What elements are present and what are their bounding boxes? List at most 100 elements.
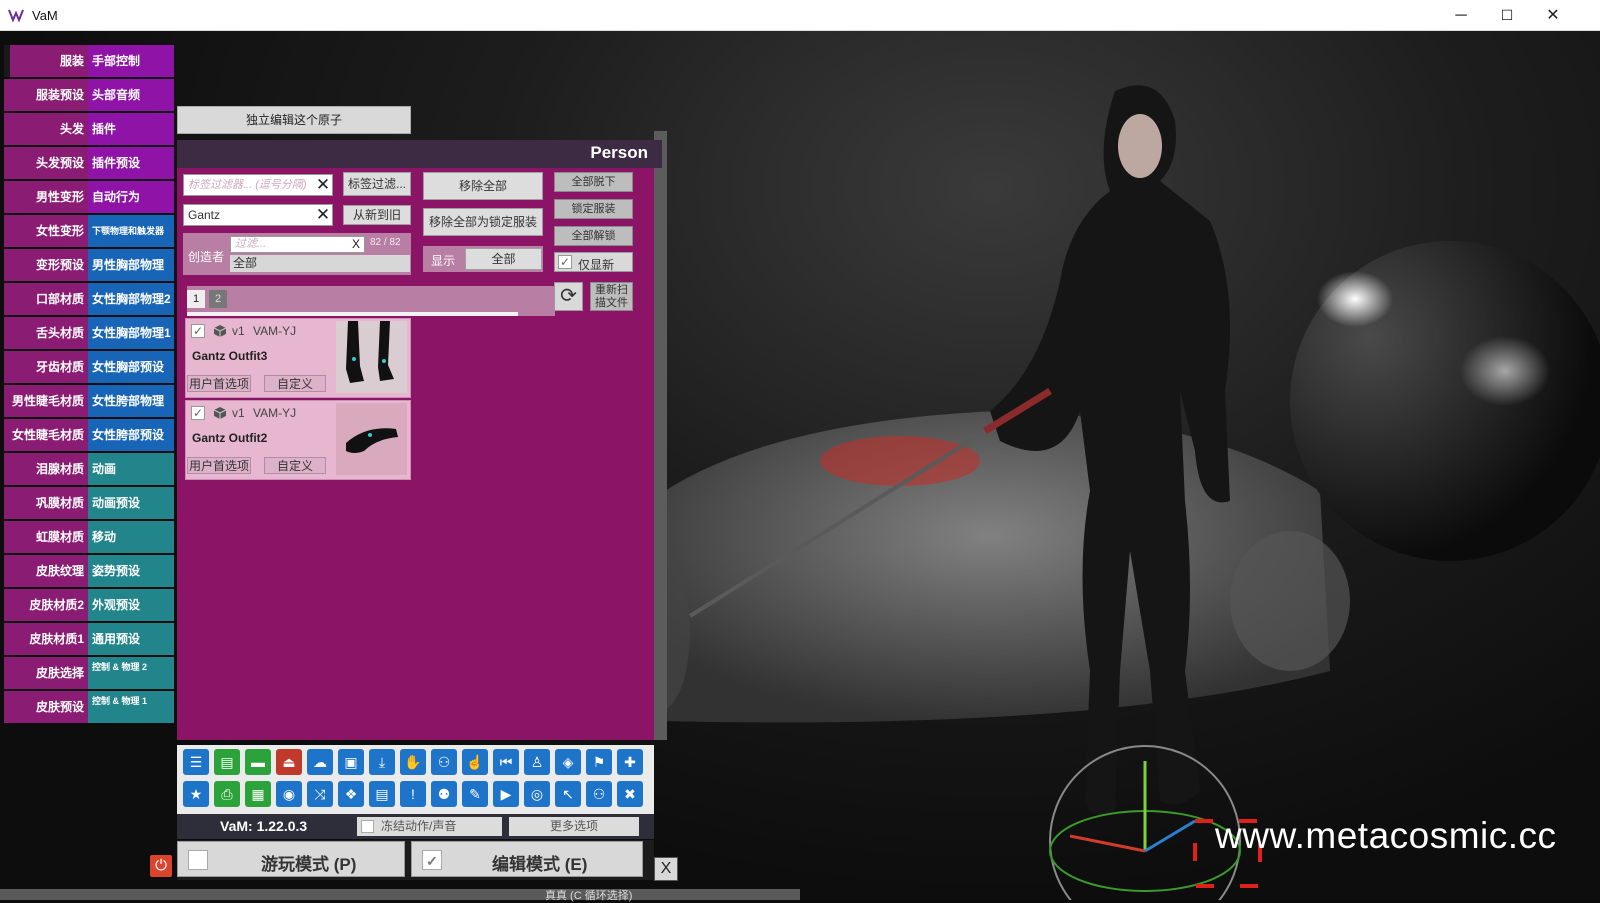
power-icon[interactable]: ⏻ xyxy=(150,855,172,877)
menu-tab-left[interactable]: 女性睫毛材质 xyxy=(4,419,88,451)
print-icon[interactable]: ⎙ xyxy=(214,781,240,807)
menu-tab-left[interactable]: 头发 xyxy=(4,113,88,145)
tag-filter-input[interactable]: 标签过滤器... (逗号分隔) xyxy=(183,174,333,196)
menu-tab-left[interactable]: 男性睫毛材质 xyxy=(4,385,88,417)
close-panel-button[interactable]: X xyxy=(654,857,678,881)
menu-tab-right[interactable]: 女性胯部物理 xyxy=(88,385,174,417)
star-icon[interactable]: ★ xyxy=(183,781,209,807)
menu-tab-left[interactable]: 皮肤材质2 xyxy=(4,589,88,621)
user-preferences-button[interactable]: 用户首选项 xyxy=(187,457,251,474)
menu-tab-left[interactable]: 女性变形 xyxy=(4,215,88,247)
customize-button[interactable]: 自定义 xyxy=(264,457,326,474)
menu-tab-left[interactable]: 口部材质 xyxy=(4,283,88,315)
clear-search-icon[interactable]: ✕ xyxy=(313,205,333,225)
person-remove-icon[interactable]: ⚉ xyxy=(431,781,457,807)
tag-filter-button[interactable]: 标签过滤... xyxy=(343,172,411,196)
camera-icon[interactable]: ◉ xyxy=(276,781,302,807)
add-person-icon[interactable]: ⚇ xyxy=(431,749,457,775)
user-preferences-button[interactable]: 用户首选项 xyxy=(187,375,251,392)
menu-tab-right[interactable]: 自动行为 xyxy=(88,181,174,213)
creator-filter-input[interactable]: 过滤... xyxy=(230,236,365,253)
clear-creator-filter-button[interactable]: X xyxy=(352,236,365,253)
flag-icon[interactable]: ⚑ xyxy=(586,749,612,775)
menu-tab-left[interactable]: 服装预设 xyxy=(4,79,88,111)
menu-tab-right[interactable]: 下颚物理和触发器 xyxy=(88,215,174,247)
undress-all-button[interactable]: 全部脱下 xyxy=(554,172,633,192)
menu-tab-right[interactable]: 女性胸部预设 xyxy=(88,351,174,383)
menu-tab-left[interactable]: 牙齿材质 xyxy=(4,351,88,383)
menu-tab-right[interactable]: 手部控制 xyxy=(88,45,174,77)
display-dropdown[interactable]: 全部 xyxy=(465,248,542,270)
menu-tab-right[interactable]: 头部音频 xyxy=(88,79,174,111)
freeze-motion-checkbox[interactable] xyxy=(361,820,374,833)
touch-icon[interactable]: ☝ xyxy=(462,749,488,775)
hand-icon[interactable]: ✋ xyxy=(400,749,426,775)
menu-tab-left[interactable]: 巩膜材质 xyxy=(4,487,88,519)
screenshot-icon[interactable]: ▦ xyxy=(245,781,271,807)
menu-tab-right[interactable]: 插件预设 xyxy=(88,147,174,179)
freeze-motion-toggle[interactable]: 冻结动作/声音 xyxy=(357,817,502,836)
creator-dropdown[interactable]: 全部 xyxy=(230,255,410,272)
folder-icon[interactable]: ▬ xyxy=(245,749,271,775)
maximize-button[interactable]: ☐ xyxy=(1484,0,1530,31)
unity-icon[interactable]: ◈ xyxy=(555,749,581,775)
customize-button[interactable]: 自定义 xyxy=(264,375,326,392)
clothing-item[interactable]: ✓ v1 VAM-YJ Gantz Outfit3 用户首选项 自定义 xyxy=(185,318,411,398)
page-1-button[interactable]: 1 xyxy=(187,290,205,308)
menu-tab-left[interactable]: 变形预设 xyxy=(4,249,88,281)
rescan-button[interactable]: 重新扫描文件 xyxy=(590,282,633,311)
menu-tab-right[interactable]: 外观预设 xyxy=(88,589,174,621)
new-only-checkbox[interactable]: ✓ xyxy=(558,255,572,269)
search-input[interactable]: Gantz xyxy=(183,204,333,226)
edit-mode-button[interactable]: ✓ 编辑模式 (E) xyxy=(411,841,643,877)
new-only-toggle[interactable]: ✓ 仅显新 xyxy=(554,252,633,272)
wrench-hand-icon[interactable]: ✎ xyxy=(462,781,488,807)
plus-icon[interactable]: ✚ xyxy=(617,749,643,775)
open-scene-icon[interactable]: ▤ xyxy=(214,749,240,775)
box-icon[interactable]: ▣ xyxy=(338,749,364,775)
menu-tab-right[interactable]: 动画 xyxy=(88,453,174,485)
item-enabled-checkbox[interactable]: ✓ xyxy=(191,324,205,338)
close-window-button[interactable]: ✕ xyxy=(1530,0,1576,31)
person-icon[interactable]: ♙ xyxy=(524,749,550,775)
menu-tab-right[interactable]: 姿势预设 xyxy=(88,555,174,587)
menu-tab-left[interactable]: 皮肤选择 xyxy=(4,657,88,689)
menu-tab-right[interactable]: 女性胸部物理2 xyxy=(88,283,174,315)
save-icon[interactable]: ⤓ xyxy=(369,749,395,775)
minimize-button[interactable]: ─ xyxy=(1438,0,1484,31)
menu-tab-left[interactable]: 皮肤材质1 xyxy=(4,623,88,655)
sort-button[interactable]: 从新到旧 xyxy=(343,205,411,225)
cloud-icon[interactable]: ☁ xyxy=(307,749,333,775)
alert-icon[interactable]: ! xyxy=(400,781,426,807)
menu-icon[interactable]: ☰ xyxy=(183,749,209,775)
item-enabled-checkbox[interactable]: ✓ xyxy=(191,406,205,420)
menu-tab-right[interactable]: 控制 & 物理 1 xyxy=(88,691,174,723)
document-icon[interactable]: ▤ xyxy=(369,781,395,807)
menu-tab-left[interactable]: 皮肤预设 xyxy=(4,691,88,723)
panel-scrollbar[interactable] xyxy=(654,131,667,740)
menu-tab-left[interactable]: 皮肤纹理 xyxy=(4,555,88,587)
tools-icon[interactable]: ✖ xyxy=(617,781,643,807)
play-icon[interactable]: ▶ xyxy=(493,781,519,807)
play-mode-checkbox[interactable] xyxy=(188,850,208,870)
menu-tab-left[interactable]: 泪腺材质 xyxy=(4,453,88,485)
remove-all-lock-button[interactable]: 移除全部为锁定服装 xyxy=(423,208,543,236)
rewind-icon[interactable]: ⏮ xyxy=(493,749,519,775)
people-icon[interactable]: ⚇ xyxy=(586,781,612,807)
clear-tag-filter-icon[interactable]: ✕ xyxy=(313,175,333,195)
unlock-all-button[interactable]: 全部解锁 xyxy=(554,226,633,246)
share-icon[interactable]: ⤨ xyxy=(307,781,333,807)
menu-tab-right[interactable]: 插件 xyxy=(88,113,174,145)
edit-mode-checkbox[interactable]: ✓ xyxy=(422,850,442,870)
menu-tab-right[interactable]: 控制 & 物理 2 xyxy=(88,657,174,689)
menu-tab-left[interactable]: 头发预设 xyxy=(4,147,88,179)
target-icon[interactable]: ◎ xyxy=(524,781,550,807)
menu-tab-left[interactable]: 虹膜材质 xyxy=(4,521,88,553)
menu-tab-right[interactable]: 男性胸部物理 xyxy=(88,249,174,281)
package-icon[interactable]: ❖ xyxy=(338,781,364,807)
more-options-button[interactable]: 更多选项 xyxy=(509,817,639,836)
menu-tab-right[interactable]: 动画预设 xyxy=(88,487,174,519)
cursor-icon[interactable]: ↖ xyxy=(555,781,581,807)
menu-tab-right[interactable]: 通用预设 xyxy=(88,623,174,655)
menu-tab-left[interactable]: 男性变形 xyxy=(4,181,88,213)
